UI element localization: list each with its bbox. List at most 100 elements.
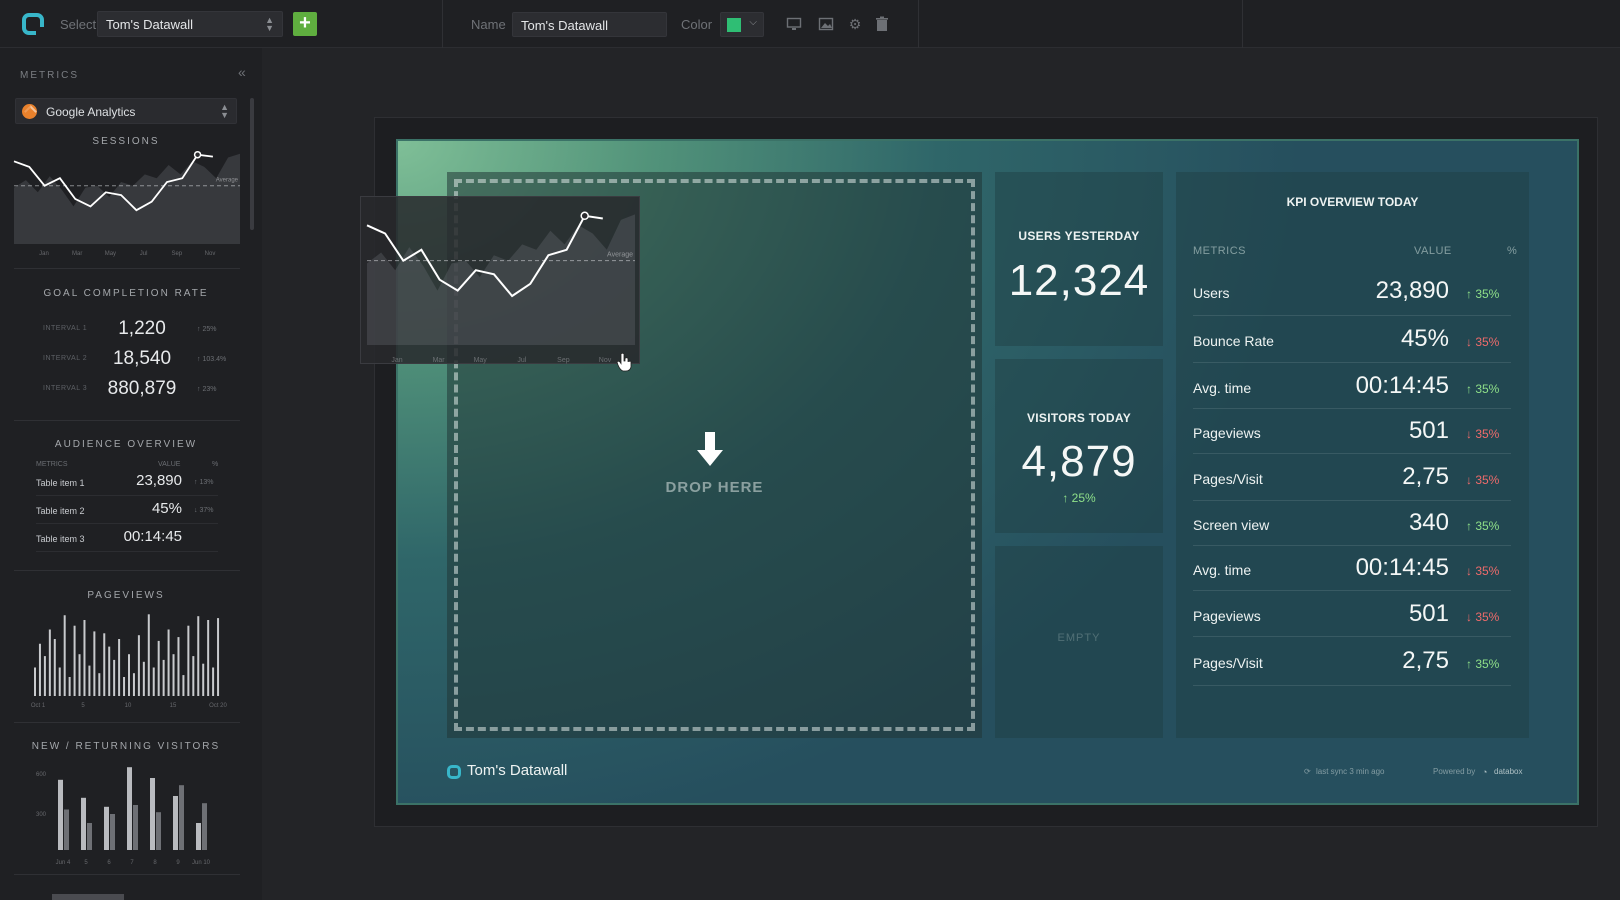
kpi-row[interactable]: Avg. time 00:14:45 ↓ 35%	[1193, 547, 1511, 591]
divider	[14, 420, 240, 421]
kpi-row[interactable]: Pages/Visit 2,75 ↑ 35%	[1193, 638, 1511, 686]
kpi-row[interactable]: Pageviews 501 ↓ 35%	[1193, 592, 1511, 637]
kpi-metric-value: 2,75	[1402, 647, 1449, 674]
last-point	[580, 211, 589, 221]
kpi-row[interactable]: Pageviews 501 ↓ 35%	[1193, 410, 1511, 454]
kpi-metric-change: ↑ 35%	[1466, 657, 1500, 671]
image-icon[interactable]	[818, 16, 834, 32]
pageview-bar	[63, 615, 66, 696]
kpi-metric-change: ↓ 35%	[1466, 473, 1500, 487]
divider	[14, 570, 240, 571]
pageview-bar	[157, 640, 160, 696]
pageview-bar	[98, 673, 101, 696]
databox-logo-icon[interactable]	[22, 13, 45, 36]
column-header: VALUE	[1414, 245, 1452, 257]
interval-label: INTERVAL 1	[43, 325, 88, 332]
new-visitors-bar	[81, 797, 86, 850]
pageviews-chart[interactable]: Oct 1 5 10 15 Oct 20	[28, 600, 228, 710]
kpi-row[interactable]: Screen view 340 ↑ 35%	[1193, 502, 1511, 546]
x-tick-label: Mar	[72, 251, 82, 257]
footer-datawall-name: Tom's Datawall	[467, 762, 568, 779]
kpi-metric-value: 23,890	[1375, 277, 1449, 304]
empty-tile[interactable]: EMPTY	[995, 546, 1163, 738]
kpi-metric-value: 00:14:45	[1355, 554, 1449, 581]
pageview-bar	[137, 635, 140, 696]
x-tick-label: 5	[81, 703, 85, 709]
x-tick-label: Mar	[433, 357, 446, 364]
row-name: Table item 3	[36, 534, 85, 544]
kpi-metric-value: 2,75	[1402, 463, 1449, 490]
kpi-row[interactable]: Users 23,890 ↑ 35%	[1193, 267, 1511, 316]
color-swatch	[727, 18, 741, 32]
returning-visitors-bar	[202, 803, 207, 850]
x-tick-label: Sep	[557, 357, 570, 364]
visitors-today-tile[interactable]: VISITORS TODAY 4,879 ↑ 25%	[995, 359, 1163, 533]
datawall-select[interactable]: Tom's Datawall ▲ ▼	[97, 11, 283, 37]
x-tick-label: Jan	[391, 357, 402, 364]
table-row[interactable]: Table item 2 45% ↓ 37%	[36, 496, 218, 524]
kpi-metric-name: Pages/Visit	[1193, 471, 1263, 487]
color-picker[interactable]: ⌵	[720, 12, 764, 37]
kpi-metric-change: ↓ 35%	[1466, 564, 1500, 578]
users-yesterday-tile[interactable]: USERS YESTERDAY 12,324	[995, 172, 1163, 346]
toolbar-divider	[918, 0, 919, 48]
x-tick-label: 6	[107, 860, 111, 866]
interval-change: ↑ 25%	[197, 326, 217, 333]
kpi-metric-value: 501	[1408, 417, 1449, 444]
tile-value: 4,879	[1021, 437, 1137, 486]
pageview-bar	[128, 654, 130, 696]
returning-visitors-bar	[156, 812, 161, 850]
databox-logo-icon	[447, 765, 461, 779]
goal-interval-row[interactable]: INTERVAL 1 1,220 ↑ 25%	[15, 318, 237, 342]
goal-completion-title: GOAL COMPLETION RATE	[43, 288, 209, 299]
new-returning-chart[interactable]: 600 300 Jun 4 5 6 7 8 9 Jun 10	[28, 758, 228, 868]
interval-change: ↑ 103.4%	[197, 356, 227, 363]
dragged-sessions-widget[interactable]: Average Jan Mar May Jul Sep Nov	[360, 196, 640, 364]
plus-icon: +	[299, 12, 311, 34]
kpi-metric-name: Screen view	[1193, 517, 1270, 533]
add-datawall-button[interactable]: +	[293, 12, 317, 36]
column-header: METRICS	[1193, 245, 1246, 257]
kpi-metric-name: Pageviews	[1193, 425, 1261, 441]
kpi-metric-name: Avg. time	[1193, 562, 1252, 578]
x-tick-label: May	[105, 251, 116, 257]
kpi-metric-name: Pages/Visit	[1193, 655, 1263, 671]
kpi-row[interactable]: Avg. time 00:14:45 ↑ 35%	[1193, 364, 1511, 409]
pageview-bar	[162, 659, 165, 696]
pageview-bar	[43, 656, 46, 696]
sidebar-scrollbar[interactable]	[250, 98, 254, 230]
pageview-bar	[53, 639, 56, 696]
name-input[interactable]: Tom's Datawall	[512, 12, 667, 37]
new-visitors-bar	[127, 767, 132, 850]
monitor-icon[interactable]	[786, 16, 802, 32]
x-tick-label: Oct 20	[209, 703, 227, 709]
pageview-bar	[123, 677, 126, 696]
goal-interval-row[interactable]: INTERVAL 3 880,879 ↑ 23%	[15, 378, 237, 402]
table-row[interactable]: Table item 3 00:14:45	[36, 524, 218, 552]
x-tick-label: Jul	[140, 251, 148, 257]
kpi-overview-tile[interactable]: KPI OVERVIEW TODAY METRICS VALUE % Users…	[1176, 172, 1529, 738]
pageview-bar	[88, 665, 91, 696]
sessions-chart[interactable]: Average Jan Mar May Jul Sep Nov	[12, 146, 242, 258]
row-name: Table item 2	[36, 506, 85, 516]
kpi-row[interactable]: Pages/Visit 2,75 ↓ 35%	[1193, 455, 1511, 501]
pageview-bar	[68, 677, 71, 696]
sidebar-title: METRICS	[20, 70, 79, 81]
audience-overview-title: AUDIENCE OVERVIEW	[54, 439, 198, 450]
google-analytics-icon	[22, 104, 37, 119]
pageview-bar	[217, 618, 220, 696]
tile-label: USERS YESTERDAY	[1018, 229, 1140, 243]
kpi-row[interactable]: Bounce Rate 45% ↓ 35%	[1193, 317, 1511, 363]
double-chevron-left-icon[interactable]: «	[238, 64, 246, 80]
interval-label: INTERVAL 3	[43, 385, 88, 392]
gear-icon[interactable]: ⚙	[847, 16, 863, 32]
data-source-select[interactable]: Google Analytics ▲ ▼	[15, 98, 237, 124]
row-value: 00:14:45	[123, 528, 182, 545]
pageview-bar	[38, 643, 41, 696]
goal-interval-row[interactable]: INTERVAL 2 18,540 ↑ 103.4%	[15, 348, 237, 372]
interval-label: INTERVAL 2	[43, 355, 88, 362]
table-row[interactable]: Table item 1 23,890 ↑ 13%	[36, 468, 218, 496]
trash-icon[interactable]	[874, 16, 890, 32]
pageview-bar	[73, 625, 76, 696]
databox-brand-text: databox	[1494, 767, 1523, 776]
